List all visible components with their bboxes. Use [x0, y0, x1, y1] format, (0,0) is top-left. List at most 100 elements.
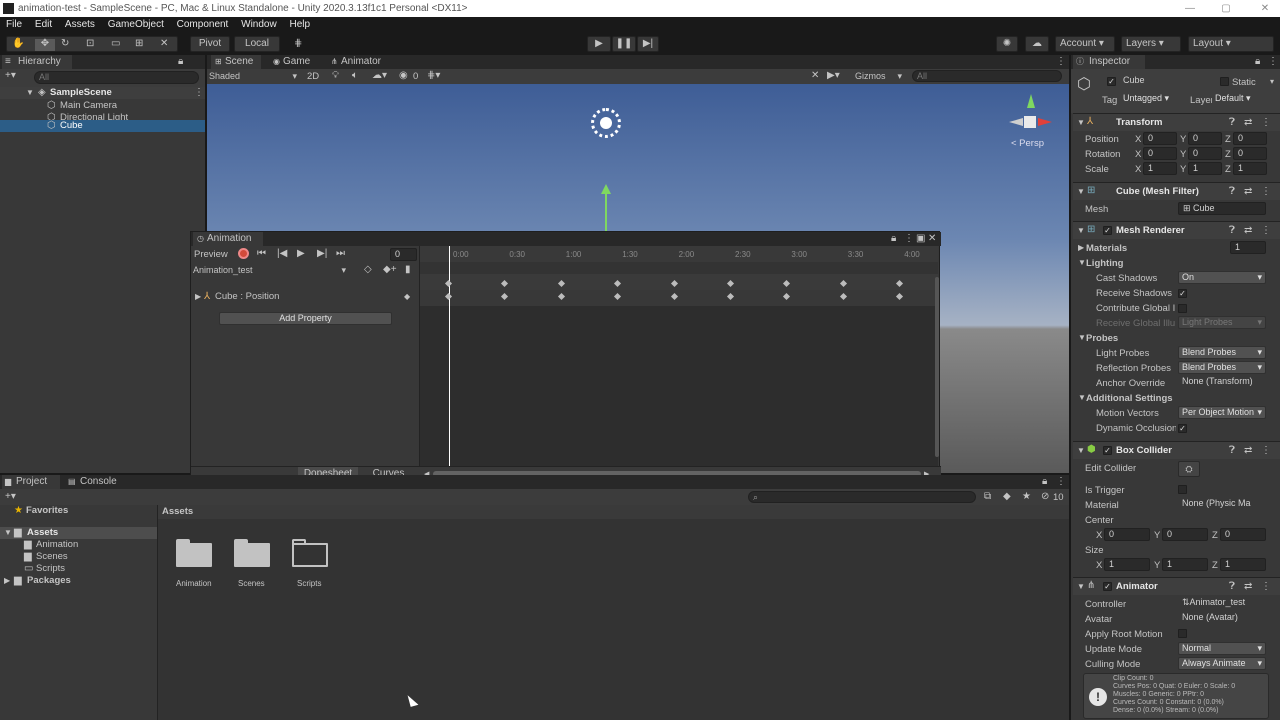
hand-tool-icon[interactable]: ✋ [12, 39, 24, 49]
pivot-toggle[interactable]: Pivot [190, 36, 230, 52]
material-field[interactable]: None (Physic Ma [1178, 498, 1266, 511]
preset-icon[interactable]: ⇄ [1244, 118, 1252, 128]
lock-icon[interactable]: 🔒︎ [1255, 57, 1260, 67]
layout-dropdown[interactable]: Layout ▾ [1188, 36, 1274, 52]
is-trigger-checkbox[interactable] [1178, 485, 1187, 494]
size-z-field[interactable]: 1 [1220, 558, 1266, 571]
position-z-field[interactable]: 0 [1233, 132, 1267, 145]
foldout-icon[interactable]: ▼ [1077, 118, 1085, 128]
hidden-packages-icon[interactable]: ⊘ [1041, 492, 1049, 502]
rect-tool-icon[interactable]: ▭ [111, 39, 120, 49]
component-enabled-checkbox[interactable]: ✓ [1103, 226, 1112, 235]
record-button[interactable] [238, 248, 249, 259]
move-gizmo-y-arrow-icon[interactable] [601, 184, 611, 194]
tree-item-packages[interactable]: ▶ ▆ Packages [0, 575, 157, 587]
help-icon[interactable]: ❓︎ [1229, 582, 1235, 592]
panel-menu-icon[interactable]: ⋮ [1056, 477, 1066, 487]
layer-dropdown[interactable]: Default ▾ [1212, 93, 1278, 106]
help-icon[interactable]: ❓︎ [1229, 187, 1235, 197]
rotation-x-field[interactable]: 0 [1143, 147, 1177, 160]
transform-tool-icon[interactable]: ⊞ [135, 39, 143, 49]
project-search-input[interactable]: ⌕ [748, 491, 976, 503]
menu-file[interactable]: File [6, 19, 22, 30]
preset-icon[interactable]: ⇄ [1244, 187, 1252, 197]
tag-dropdown[interactable]: Untagged ▾ [1120, 93, 1176, 106]
prev-key-icon[interactable]: |◀ [277, 249, 287, 259]
transform-header[interactable]: ▼ ⅄ Transform ❓︎ ⇄ ⋮ [1073, 113, 1280, 131]
cloud-icon[interactable]: ☁ [1025, 36, 1049, 52]
additional-settings-foldout[interactable]: Additional Settings [1086, 393, 1173, 404]
meshrenderer-header[interactable]: ▼ ⊞ ✓ Mesh Renderer ❓︎ ⇄ ⋮ [1073, 221, 1280, 239]
add-property-button[interactable]: Add Property [219, 312, 392, 325]
gizmo-neg-x-cone-icon[interactable] [1009, 118, 1023, 126]
foldout-icon[interactable]: ▼ [1077, 446, 1085, 456]
rotate-tool-icon[interactable]: ↻ [61, 39, 69, 49]
foldout-icon[interactable]: ▼ [1078, 258, 1086, 267]
avatar-field[interactable]: None (Avatar) [1178, 612, 1266, 625]
scene-search-input[interactable]: All [912, 70, 1062, 82]
materials-count[interactable]: 1 [1230, 241, 1266, 254]
cast-shadows-dropdown[interactable]: On ▾ [1178, 271, 1266, 284]
component-menu-icon[interactable]: ⋮ [1261, 446, 1271, 456]
create-add-icon[interactable]: +▾ [5, 71, 16, 81]
expand-arrow-icon[interactable]: ▼ [4, 528, 12, 538]
help-icon[interactable]: ❓︎ [1229, 446, 1235, 456]
object-name-field[interactable]: Cube [1119, 75, 1219, 88]
menu-assets[interactable]: Assets [65, 19, 95, 30]
preset-icon[interactable]: ⇄ [1244, 446, 1252, 456]
gizmo-center-cube[interactable] [1024, 116, 1036, 128]
apply-root-motion-checkbox[interactable] [1178, 629, 1187, 638]
center-y-field[interactable]: 0 [1162, 528, 1208, 541]
step-button[interactable]: ▶| [637, 36, 659, 52]
center-z-field[interactable]: 0 [1220, 528, 1266, 541]
tools-icon[interactable]: ✕ [811, 71, 819, 81]
receive-shadows-checkbox[interactable]: ✓ [1178, 289, 1187, 298]
static-checkbox[interactable] [1220, 77, 1229, 86]
audio-toggle-icon[interactable]: 🔈︎ [352, 71, 358, 81]
tree-item-scripts[interactable]: ▭ Scripts [0, 563, 157, 575]
materials-foldout[interactable]: Materials [1086, 243, 1127, 254]
reflection-probes-dropdown[interactable]: Blend Probes ▾ [1178, 361, 1266, 374]
gizmos-dropdown[interactable]: Gizmos ▾ [852, 70, 904, 82]
grid-toggle-icon[interactable]: ⋕▾ [427, 71, 440, 81]
property-key-icon[interactable]: ◆ [404, 292, 410, 302]
foldout-icon[interactable]: ▼ [1078, 333, 1086, 342]
frame-input[interactable]: 0 [390, 248, 417, 261]
scale-x-field[interactable]: 1 [1143, 162, 1177, 175]
scene-menu-icon[interactable]: ⋮ [194, 88, 204, 98]
gizmo-x-cone-icon[interactable] [1038, 118, 1052, 126]
tree-item-animation[interactable]: ▆ Animation [0, 539, 157, 551]
size-y-field[interactable]: 1 [1162, 558, 1208, 571]
asset-folder-scripts[interactable]: Scripts [290, 539, 330, 591]
account-dropdown[interactable]: Account ▾ [1055, 36, 1115, 52]
search-by-label-icon[interactable]: ◆ [1003, 492, 1011, 502]
expand-arrow-icon[interactable]: ▼ [26, 88, 34, 98]
component-menu-icon[interactable]: ⋮ [1261, 226, 1271, 236]
rotation-y-field[interactable]: 0 [1188, 147, 1222, 160]
2d-toggle[interactable]: 2D [307, 71, 319, 82]
play-icon[interactable]: ▶ [297, 249, 305, 259]
move-gizmo-y-axis[interactable] [605, 192, 607, 232]
component-menu-icon[interactable]: ⋮ [1261, 187, 1271, 197]
static-dropdown-icon[interactable]: ▾ [1270, 77, 1274, 87]
grid-snap-icon[interactable]: ⋕ [294, 39, 302, 49]
foldout-icon[interactable]: ▼ [1077, 582, 1085, 592]
controller-field[interactable]: ⇅Animator_test [1178, 597, 1266, 610]
scene-row[interactable]: ▼ ◈ SampleScene ⋮ [0, 87, 205, 99]
favorites-label[interactable]: Favorites [26, 505, 68, 516]
preset-icon[interactable]: ⇄ [1244, 582, 1252, 592]
panel-menu-icon[interactable]: ⋮ [904, 234, 914, 244]
event-strip[interactable] [420, 262, 938, 274]
anchor-override-field[interactable]: None (Transform) [1178, 376, 1266, 389]
minimize-button[interactable]: — [1175, 0, 1205, 17]
preview-toggle[interactable]: Preview [194, 249, 228, 260]
menu-gameobject[interactable]: GameObject [108, 19, 164, 30]
center-x-field[interactable]: 0 [1104, 528, 1150, 541]
scene-orientation-gizmo[interactable]: < Persp [1007, 94, 1057, 154]
layers-dropdown[interactable]: Layers ▾ [1121, 36, 1181, 52]
local-toggle[interactable]: Local [234, 36, 280, 52]
custom-tool-icon[interactable]: ✕ [160, 39, 168, 49]
tree-item-assets[interactable]: ▼ ▆ Assets [0, 527, 157, 539]
scale-tool-icon[interactable]: ⊡ [86, 39, 94, 49]
rotation-z-field[interactable]: 0 [1233, 147, 1267, 160]
